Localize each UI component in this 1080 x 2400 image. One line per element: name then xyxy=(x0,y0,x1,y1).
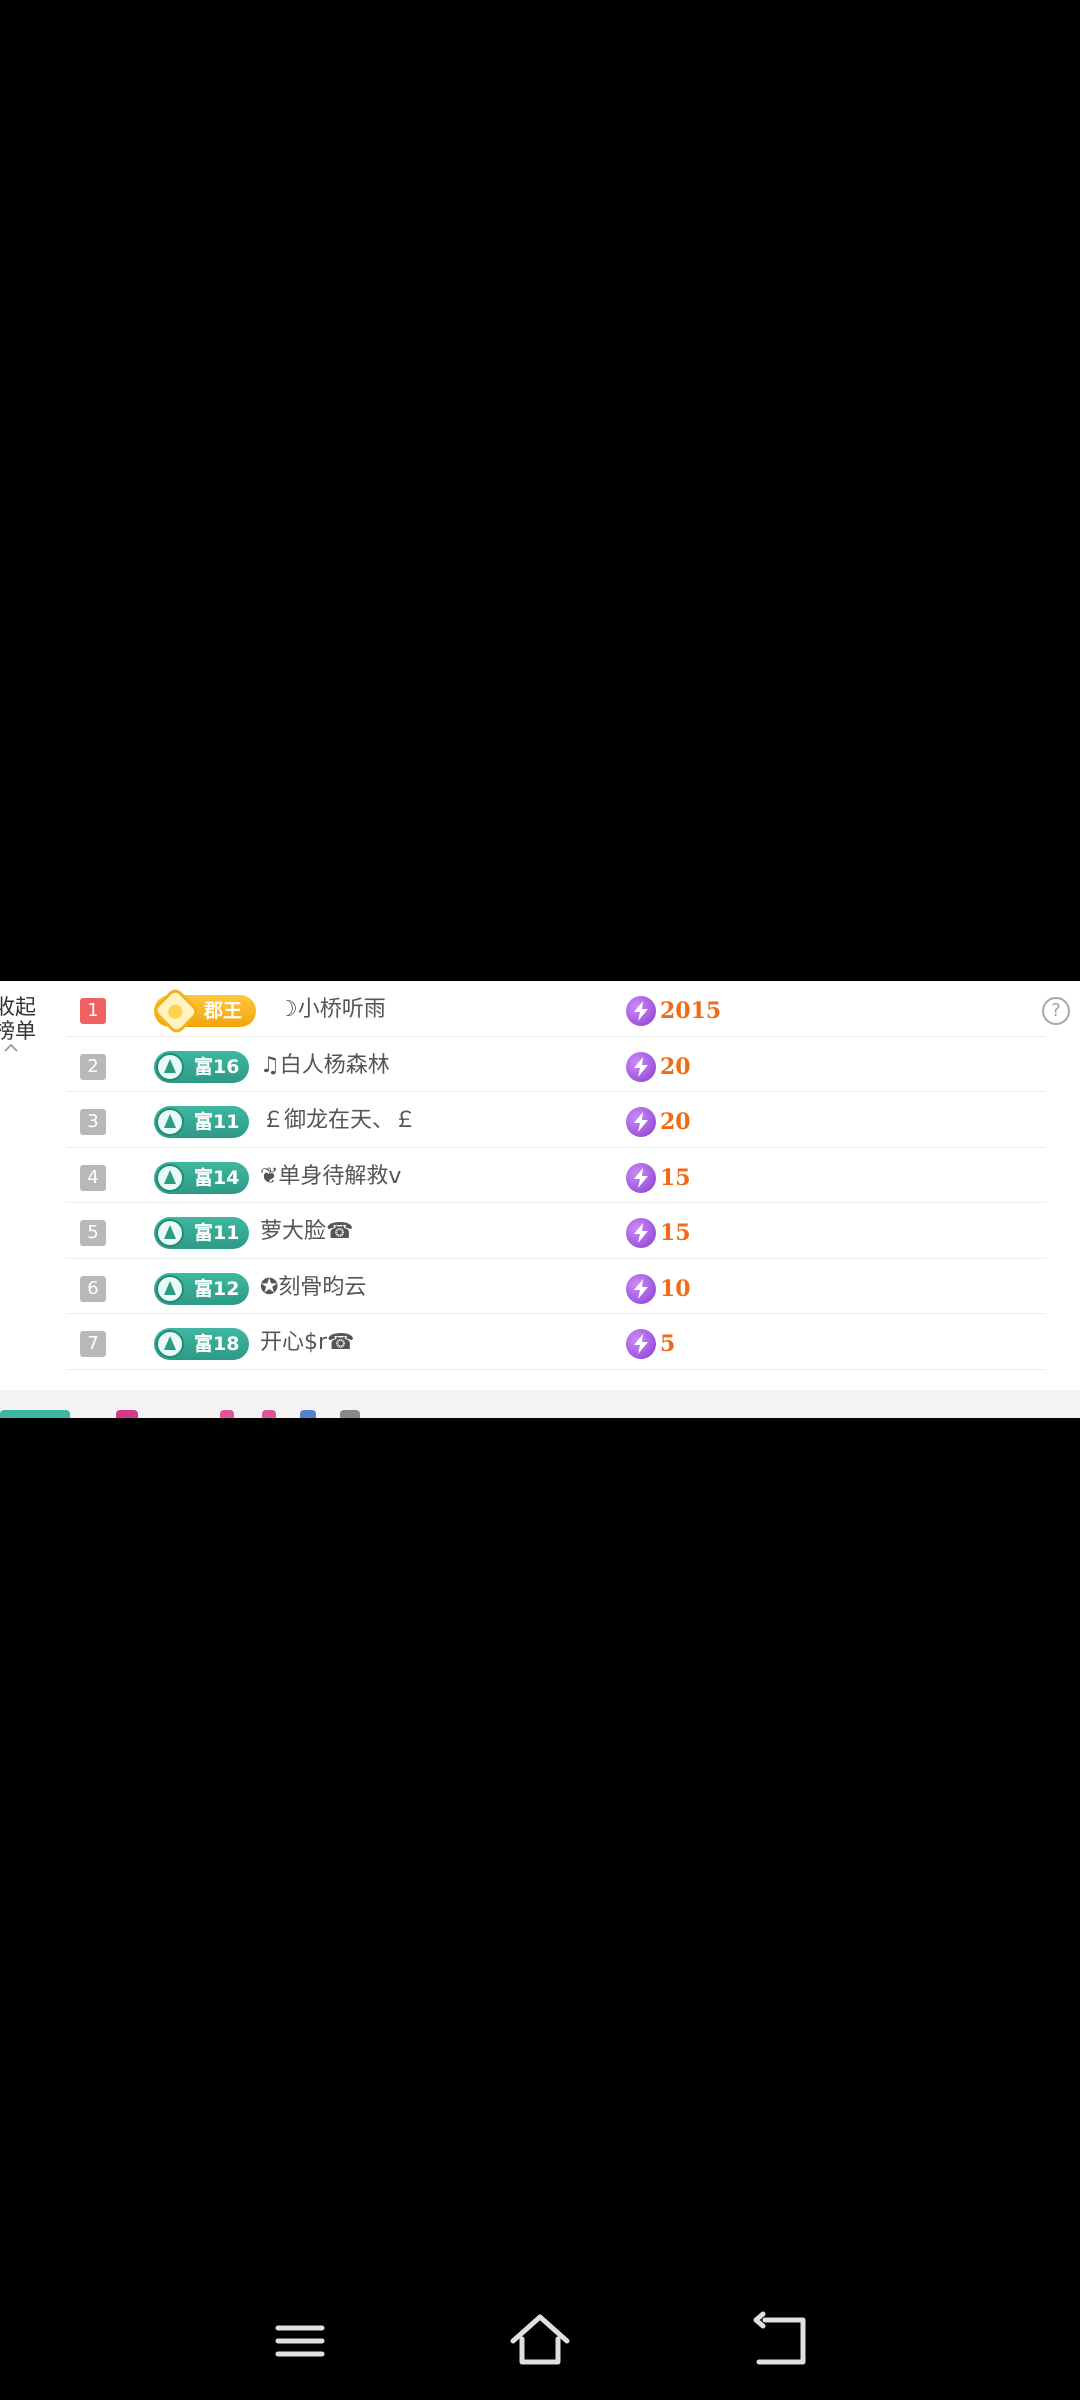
score: 20 xyxy=(626,1105,691,1139)
gold-emblem-icon xyxy=(151,986,201,1036)
lightning-icon xyxy=(626,1162,656,1193)
score: 2015 xyxy=(626,994,721,1028)
score-value: 2015 xyxy=(660,998,722,1024)
user-name[interactable]: ￡御龙在天、￡ xyxy=(262,1105,416,1137)
score-value: 15 xyxy=(660,1164,691,1191)
score: 20 xyxy=(626,1050,691,1084)
collapse-ranking-button[interactable]: 收起 榜单 xyxy=(0,995,44,1055)
score-value: 20 xyxy=(660,1109,691,1135)
tree-emblem-icon xyxy=(156,1163,184,1192)
tree-emblem-icon xyxy=(156,1330,184,1358)
menu-icon[interactable] xyxy=(265,2306,335,2376)
badge-label: 富18 xyxy=(194,1333,240,1355)
user-name[interactable]: ✪刻骨昀云 xyxy=(260,1272,366,1304)
level-badge: 郡王 xyxy=(151,986,257,1036)
score: 5 xyxy=(626,1327,675,1361)
rank-number: 3 xyxy=(80,1109,106,1135)
user-name[interactable]: ❦单身待解救v xyxy=(260,1161,401,1193)
next-section-strip xyxy=(0,1390,1080,1418)
badge-label: 富14 xyxy=(194,1166,240,1189)
lightning-icon xyxy=(626,1218,656,1248)
score: 15 xyxy=(626,1161,691,1195)
user-name[interactable]: 萝大脸☎ xyxy=(260,1216,353,1248)
score-value: 10 xyxy=(660,1275,691,1302)
tree-emblem-icon xyxy=(156,1052,184,1081)
back-icon[interactable] xyxy=(745,2306,815,2376)
ranking-row[interactable]: 2 富16 ♫白人杨森林 20 xyxy=(66,1037,1046,1092)
chevron-up-icon xyxy=(4,1043,18,1052)
collapse-label: 收起 xyxy=(0,995,36,1019)
ranking-row[interactable]: 4 富14 ❦单身待解救v 15 xyxy=(66,1148,1046,1203)
rank-number: 2 xyxy=(80,1053,106,1080)
lightning-icon xyxy=(626,996,656,1026)
score-value: 5 xyxy=(660,1331,676,1357)
rank-number: 5 xyxy=(80,1220,106,1246)
rank-number: 1 xyxy=(80,998,106,1024)
cut-off-text xyxy=(116,1410,138,1418)
help-icon[interactable]: ? xyxy=(1042,997,1070,1025)
lightning-icon xyxy=(626,1051,656,1082)
ranking-list: 1 郡王 ☽小桥听雨 2015 2 富16 ♫白人杨森林 20 3 富11 ￡御… xyxy=(66,981,1046,1370)
badge-label: 富11 xyxy=(194,1111,240,1133)
rank-number: 4 xyxy=(80,1164,106,1191)
ranking-panel: 收起 榜单 ? 1 郡王 ☽小桥听雨 2015 2 富16 ♫白人杨森林 20 … xyxy=(0,981,1080,1418)
cut-off-text xyxy=(300,1410,316,1418)
level-badge: 富11 xyxy=(154,1217,250,1249)
badge-label: 富12 xyxy=(194,1277,240,1300)
ranking-row[interactable]: 7 富18 开心$r☎ 5 xyxy=(66,1314,1046,1370)
badge-label: 富11 xyxy=(194,1222,240,1244)
level-badge: 富16 xyxy=(154,1050,250,1083)
tree-emblem-icon xyxy=(156,1108,184,1136)
level-badge: 富18 xyxy=(154,1328,250,1360)
system-navigation-bar xyxy=(0,2280,1080,2400)
ranking-row[interactable]: 1 郡王 ☽小桥听雨 2015 xyxy=(66,981,1046,1037)
level-badge: 富11 xyxy=(154,1106,250,1138)
level-badge: 富12 xyxy=(154,1272,250,1305)
ranking-row[interactable]: 6 富12 ✪刻骨昀云 10 xyxy=(66,1259,1046,1314)
user-name[interactable]: ☽小桥听雨 xyxy=(278,994,386,1026)
score-value: 15 xyxy=(660,1220,691,1246)
lightning-icon xyxy=(626,1273,656,1304)
cut-off-text xyxy=(220,1410,234,1418)
rank-number: 7 xyxy=(80,1331,106,1357)
user-name[interactable]: ♫白人杨森林 xyxy=(260,1050,390,1082)
rank-number: 6 xyxy=(80,1275,106,1302)
home-icon[interactable] xyxy=(505,2306,575,2376)
ranking-row[interactable]: 3 富11 ￡御龙在天、￡ 20 xyxy=(66,1092,1046,1148)
cut-off-badge xyxy=(0,1410,70,1418)
ranking-label: 榜单 xyxy=(0,1019,36,1043)
ranking-row[interactable]: 5 富11 萝大脸☎ 15 xyxy=(66,1203,1046,1259)
score: 15 xyxy=(626,1216,691,1250)
score-value: 20 xyxy=(660,1053,691,1080)
lightning-icon xyxy=(626,1329,656,1359)
badge-label: 郡王 xyxy=(204,1000,243,1022)
user-name[interactable]: 开心$r☎ xyxy=(260,1327,354,1359)
tree-emblem-icon xyxy=(156,1274,184,1303)
badge-label: 富16 xyxy=(194,1055,240,1078)
level-badge: 富14 xyxy=(154,1161,250,1194)
cut-off-text xyxy=(262,1410,276,1418)
cut-off-text xyxy=(340,1410,360,1418)
score: 10 xyxy=(626,1272,691,1306)
lightning-icon xyxy=(626,1107,656,1137)
tree-emblem-icon xyxy=(156,1219,184,1247)
